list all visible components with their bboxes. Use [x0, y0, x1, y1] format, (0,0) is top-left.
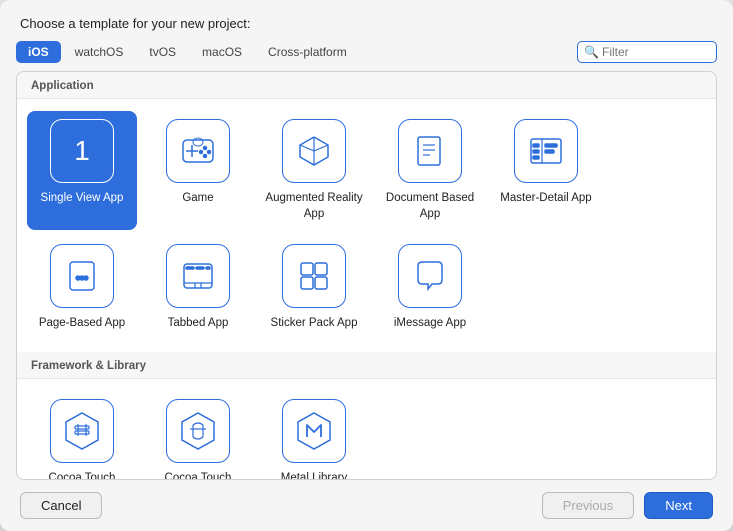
template-cocoa-touch-static-library[interactable]: Cocoa Touch Static Library: [143, 391, 253, 480]
master-detail-app-label: Master-Detail App: [500, 191, 591, 207]
template-content-area: Application 1 Single View App: [16, 71, 717, 480]
cocoa-touch-static-library-label: Cocoa Touch Static Library: [149, 471, 247, 480]
template-tabbed-app[interactable]: Tabbed App: [143, 236, 253, 340]
template-game[interactable]: Game: [143, 111, 253, 230]
framework-grid: Cocoa Touch Framework Cocoa Touch Static…: [17, 379, 716, 480]
document-based-app-icon: [398, 119, 462, 183]
template-imessage-app[interactable]: iMessage App: [375, 236, 485, 340]
template-ar-app[interactable]: Augmented Reality App: [259, 111, 369, 230]
document-based-app-label: Document Based App: [381, 191, 479, 222]
project-template-dialog: Choose a template for your new project: …: [0, 0, 733, 531]
page-based-app-label: Page-Based App: [39, 316, 125, 332]
search-icon: 🔍: [584, 45, 599, 59]
game-icon: [166, 119, 230, 183]
dialog-footer: Cancel Previous Next: [0, 480, 733, 531]
template-page-based-app[interactable]: Page-Based App: [27, 236, 137, 340]
sticker-pack-app-icon: [282, 244, 346, 308]
template-master-detail-app[interactable]: Master-Detail App: [491, 111, 601, 230]
cocoa-touch-static-library-icon: [166, 399, 230, 463]
ar-app-label: Augmented Reality App: [265, 191, 363, 222]
tab-watchos[interactable]: watchOS: [63, 41, 136, 63]
dialog-title: Choose a template for your new project:: [0, 0, 733, 41]
cocoa-touch-framework-label: Cocoa Touch Framework: [33, 471, 131, 480]
sticker-pack-app-label: Sticker Pack App: [271, 316, 358, 332]
single-view-app-label: Single View App: [41, 191, 124, 207]
template-single-view-app[interactable]: 1 Single View App: [27, 111, 137, 230]
game-label: Game: [182, 191, 213, 207]
template-metal-library[interactable]: Metal Library: [259, 391, 369, 480]
single-view-app-icon: 1: [50, 119, 114, 183]
ar-app-icon: [282, 119, 346, 183]
template-sticker-pack-app[interactable]: Sticker Pack App: [259, 236, 369, 340]
master-detail-app-icon: [514, 119, 578, 183]
template-cocoa-touch-framework[interactable]: Cocoa Touch Framework: [27, 391, 137, 480]
tab-tvos[interactable]: tvOS: [137, 41, 188, 63]
platform-tab-bar: iOS watchOS tvOS macOS Cross-platform 🔍: [0, 41, 733, 71]
framework-section-header: Framework & Library: [17, 352, 716, 379]
template-document-based-app[interactable]: Document Based App: [375, 111, 485, 230]
application-grid: 1 Single View App: [17, 99, 716, 352]
application-section-header: Application: [17, 72, 716, 99]
filter-wrap: 🔍: [577, 41, 717, 63]
footer-right: Previous Next: [542, 492, 713, 519]
metal-library-label: Metal Library: [281, 471, 347, 480]
imessage-app-label: iMessage App: [394, 316, 466, 332]
cocoa-touch-framework-icon: [50, 399, 114, 463]
tab-crossplatform[interactable]: Cross-platform: [256, 41, 359, 63]
tab-ios[interactable]: iOS: [16, 41, 61, 63]
cancel-button[interactable]: Cancel: [20, 492, 102, 519]
tabbed-app-icon: [166, 244, 230, 308]
imessage-app-icon: [398, 244, 462, 308]
tab-macos[interactable]: macOS: [190, 41, 254, 63]
tabbed-app-label: Tabbed App: [168, 316, 229, 332]
page-based-app-icon: [50, 244, 114, 308]
next-button[interactable]: Next: [644, 492, 713, 519]
metal-library-icon: [282, 399, 346, 463]
previous-button[interactable]: Previous: [542, 492, 635, 519]
